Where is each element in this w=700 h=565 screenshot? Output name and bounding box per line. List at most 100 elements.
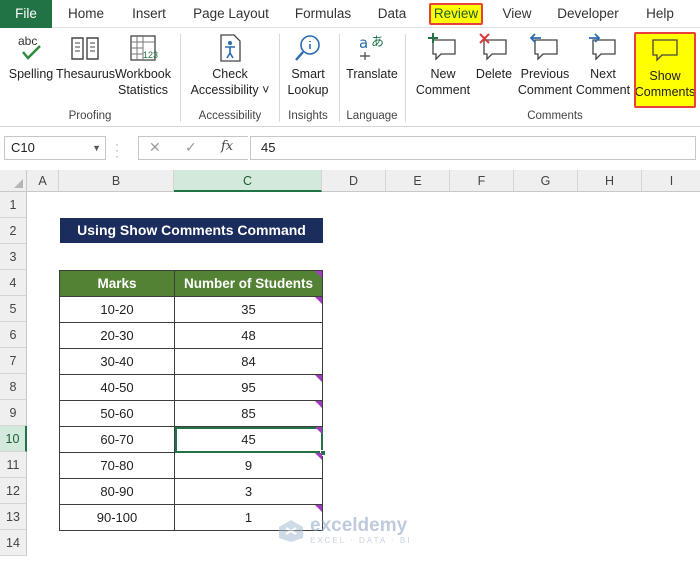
marks-cell[interactable]: 20-30 xyxy=(59,322,175,349)
tab-file[interactable]: File xyxy=(0,0,52,28)
smart-lookup-button[interactable]: Smart Lookup xyxy=(283,32,333,98)
row-header-12[interactable]: 12 xyxy=(0,478,27,504)
tab-data[interactable]: Data xyxy=(372,0,412,28)
chevron-down-icon[interactable]: ▼ xyxy=(92,137,101,159)
column-header-e[interactable]: E xyxy=(386,170,450,192)
check-accessibility-button[interactable]: Check Accessibility ˅ xyxy=(188,32,272,98)
row-header-10[interactable]: 10 xyxy=(0,426,27,452)
new-comment-icon xyxy=(428,33,456,61)
column-header-f[interactable]: F xyxy=(450,170,514,192)
comment-indicator[interactable] xyxy=(315,297,322,304)
worksheet-grid[interactable]: ABCDEFGHI 1 2 3 4 5 6 7 8 9 10 11 12 13 14 Using Show… xyxy=(0,170,700,565)
column-header-b[interactable]: B xyxy=(59,170,174,192)
row-header-4[interactable]: 4 xyxy=(0,270,27,296)
select-all-corner[interactable] xyxy=(0,170,27,192)
marks-cell[interactable]: 70-80 xyxy=(59,452,175,479)
row-header-13[interactable]: 13 xyxy=(0,504,27,530)
smart-label-1: Smart xyxy=(291,67,325,81)
marks-cell[interactable]: 80-90 xyxy=(59,478,175,505)
next-comment-button[interactable]: Next Comment xyxy=(574,32,632,98)
tab-developer[interactable]: Developer xyxy=(554,0,622,28)
workbook-statistics-button[interactable]: 123 Workbook Statistics xyxy=(114,32,172,98)
group-separator xyxy=(339,34,340,122)
formula-input[interactable]: 45 xyxy=(250,136,696,160)
ribbon: abc Spelling Thesaurus 123 Workbook Stat… xyxy=(0,28,700,127)
insert-function-icon[interactable]: fx xyxy=(221,139,233,154)
column-header-h[interactable]: H xyxy=(578,170,642,192)
students-cell[interactable]: 84 xyxy=(174,348,323,375)
marks-cell[interactable]: 60-70 xyxy=(59,426,175,453)
marks-cell[interactable]: 30-40 xyxy=(59,348,175,375)
comment-indicator[interactable] xyxy=(315,453,322,460)
cancel-icon[interactable]: ✕ xyxy=(149,139,161,156)
row-header-11[interactable]: 11 xyxy=(0,452,27,478)
group-label-insights: Insights xyxy=(288,110,328,122)
row-header-3[interactable]: 3 xyxy=(0,244,27,270)
students-cell[interactable]: 48 xyxy=(174,322,323,349)
column-header-c[interactable]: C xyxy=(174,170,322,192)
enter-check-icon[interactable]: ✓ xyxy=(185,139,197,156)
row-header-8[interactable]: 8 xyxy=(0,374,27,400)
tab-insert[interactable]: Insert xyxy=(126,0,172,28)
translate-button[interactable]: a あ Translate xyxy=(344,32,400,82)
row-header-7[interactable]: 7 xyxy=(0,348,27,374)
marks-cell[interactable]: 10-20 xyxy=(59,296,175,323)
new-comment-button[interactable]: New Comment xyxy=(412,32,474,98)
next-label-1: Next xyxy=(590,67,616,81)
active-cell-c10[interactable]: 45 xyxy=(174,426,326,456)
column-header-i[interactable]: I xyxy=(642,170,700,192)
column-header-d[interactable]: D xyxy=(322,170,386,192)
previous-comment-button[interactable]: Previous Comment xyxy=(516,32,574,98)
spelling-icon: abc xyxy=(18,34,41,60)
header-number-of-students[interactable]: Number of Students xyxy=(174,270,323,297)
spelling-button[interactable]: abc Spelling xyxy=(6,32,56,82)
marks-cell[interactable]: 50-60 xyxy=(59,400,175,427)
comment-indicator[interactable] xyxy=(315,427,322,434)
students-cell[interactable]: 85 xyxy=(174,400,323,427)
marks-cell[interactable]: 90-100 xyxy=(59,504,175,531)
students-cell[interactable]: 35 xyxy=(174,296,323,323)
sheet-title-cell[interactable]: Using Show Comments Command xyxy=(60,218,323,243)
comment-indicator[interactable] xyxy=(315,271,322,278)
students-value: 48 xyxy=(241,328,256,343)
thesaurus-button[interactable]: Thesaurus xyxy=(56,32,115,82)
tab-view[interactable]: View xyxy=(497,0,537,28)
table-header-row: Marks Number of Students xyxy=(59,270,323,297)
delete-comment-button[interactable]: Delete xyxy=(474,32,514,82)
workbook-label-2: Statistics xyxy=(117,83,168,97)
tab-home[interactable]: Home xyxy=(63,0,109,28)
students-cell[interactable]: 95 xyxy=(174,374,323,401)
row-header-5[interactable]: 5 xyxy=(0,296,27,322)
tab-review[interactable]: Review xyxy=(429,3,483,25)
comment-indicator[interactable] xyxy=(315,401,322,408)
column-header-a[interactable]: A xyxy=(27,170,59,192)
name-box[interactable]: C10 ▼ xyxy=(4,136,106,160)
students-cell[interactable]: 9 xyxy=(174,452,323,479)
table-row: 40-50 95 xyxy=(59,374,323,401)
row-header-9[interactable]: 9 xyxy=(0,400,27,426)
row-header-14[interactable]: 14 xyxy=(0,530,27,556)
check-label-2: Accessibility ˅ xyxy=(190,83,270,97)
show-comments-button[interactable]: Show Comments xyxy=(634,32,696,108)
group-label-language: Language xyxy=(346,110,398,122)
formula-bar-grip[interactable]: · · · xyxy=(115,138,119,162)
group-label-proofing: Proofing xyxy=(68,110,112,122)
students-cell[interactable]: 3 xyxy=(174,478,323,505)
comment-indicator[interactable] xyxy=(315,375,322,382)
svg-text:abc: abc xyxy=(18,34,37,48)
table-row: 10-20 35 xyxy=(59,296,323,323)
row-header-1[interactable]: 1 xyxy=(0,192,27,218)
tab-formulas[interactable]: Formulas xyxy=(290,0,356,28)
new-comment-label-2: Comment xyxy=(415,83,471,97)
header-marks[interactable]: Marks xyxy=(59,270,175,297)
column-header-g[interactable]: G xyxy=(514,170,578,192)
row-header-2[interactable]: 2 xyxy=(0,218,27,244)
delete-comment-icon xyxy=(479,33,507,61)
tab-help[interactable]: Help xyxy=(640,0,680,28)
marks-cell[interactable]: 40-50 xyxy=(59,374,175,401)
previous-label-2: Comment xyxy=(517,83,573,97)
watermark-tagline: EXCEL · DATA · BI xyxy=(310,536,412,545)
tab-page-layout[interactable]: Page Layout xyxy=(190,0,272,28)
comment-indicator[interactable] xyxy=(315,505,322,512)
row-header-6[interactable]: 6 xyxy=(0,322,27,348)
